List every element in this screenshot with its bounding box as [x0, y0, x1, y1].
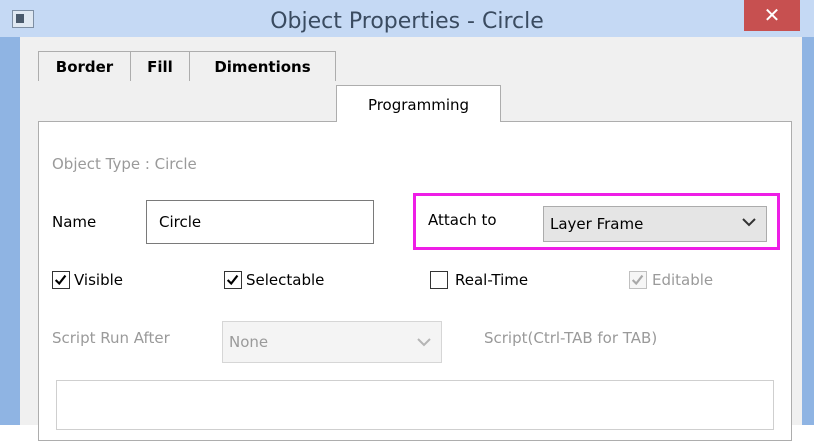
script-run-after-label: Script Run After: [52, 329, 170, 347]
script-textarea[interactable]: [56, 380, 774, 430]
checkmark-icon: [631, 274, 644, 286]
object-type-label: Object Type : Circle: [52, 155, 197, 173]
attach-to-highlight: [413, 193, 780, 250]
checkmark-icon: [226, 274, 239, 286]
name-field[interactable]: Circle: [146, 200, 374, 244]
selectable-label: Selectable: [246, 271, 325, 289]
tab-dimentions[interactable]: Dimentions: [189, 51, 336, 81]
realtime-checkbox[interactable]: [430, 271, 448, 289]
window-title: Object Properties - Circle: [270, 9, 544, 34]
tab-border[interactable]: Border: [38, 51, 131, 81]
close-button[interactable]: ✕: [744, 0, 800, 31]
editable-label: Editable: [652, 271, 714, 289]
chevron-down-icon: [417, 338, 431, 347]
editable-checkbox[interactable]: [629, 271, 647, 289]
script-run-after-select[interactable]: None: [222, 321, 442, 363]
visible-checkbox[interactable]: [52, 271, 70, 289]
tab-fill[interactable]: Fill: [130, 51, 190, 81]
script-label: Script(Ctrl-TAB for TAB): [484, 329, 658, 347]
checkmark-icon: [54, 274, 67, 286]
visible-label: Visible: [74, 271, 123, 289]
selectable-checkbox[interactable]: [224, 271, 242, 289]
tab-programming[interactable]: Programming: [336, 85, 501, 122]
realtime-label: Real-Time: [455, 271, 529, 289]
name-label: Name: [52, 213, 97, 231]
script-run-after-value: None: [229, 333, 269, 351]
title-bar[interactable]: Object Properties - Circle ✕: [0, 0, 814, 37]
